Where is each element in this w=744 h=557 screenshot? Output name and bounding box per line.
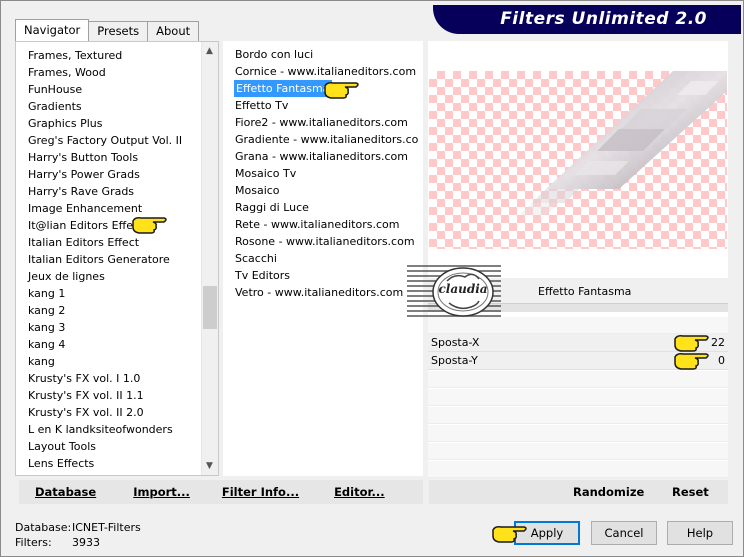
category-item[interactable]: Italian Editors Generatore (27, 251, 198, 268)
filter-item[interactable]: Mosaico (234, 182, 280, 199)
param-slot (428, 389, 728, 406)
filter-item[interactable]: Tv Editors (234, 267, 290, 284)
param-value[interactable]: 0 (718, 354, 725, 367)
param-slot (428, 461, 728, 478)
filter-item[interactable]: Rete - www.italianeditors.com (234, 216, 399, 233)
filter-item[interactable]: Grana - www.italianeditors.com (234, 148, 408, 165)
editor-button[interactable]: Editor... (334, 485, 385, 499)
filter-item[interactable]: Effetto Tv (234, 97, 288, 114)
param-slot (428, 425, 728, 442)
database-label: Database: (15, 521, 72, 534)
category-item[interactable]: kang (27, 353, 198, 370)
category-item[interactable]: Frames, Textured (27, 47, 198, 64)
category-item[interactable]: Graphics Plus (27, 115, 198, 132)
param-slot (428, 443, 728, 460)
param-label: Sposta-Y (431, 354, 478, 367)
param-slot (428, 407, 728, 424)
param-label: Sposta-X (431, 336, 480, 349)
category-item[interactable]: Greg's Factory Output Vol. II (27, 132, 198, 149)
category-item[interactable]: kang 3 (27, 319, 198, 336)
tab-bar: Navigator Presets About (15, 19, 200, 41)
category-item[interactable]: kang 4 (27, 336, 198, 353)
filter-item[interactable]: Scacchi (234, 250, 277, 267)
category-item[interactable]: Krusty's FX vol. II 2.0 (27, 404, 198, 421)
filter-item[interactable]: Bordo con luci (234, 46, 313, 63)
category-item[interactable]: Italian Editors Effect (27, 234, 198, 251)
database-value: ICNET-Filters (72, 521, 141, 534)
filter-info-button[interactable]: Filter Info... (222, 485, 299, 499)
pointing-hand-icon (674, 353, 709, 370)
pointing-hand-icon (674, 335, 709, 352)
filter-item[interactable]: Rosone - www.italianeditors.com (234, 233, 415, 250)
tab-navigator[interactable]: Navigator (15, 19, 90, 41)
left-button-bar: Database Import... Filter Info... Editor… (19, 480, 423, 504)
pointing-hand-icon (132, 217, 167, 234)
param-slot (428, 371, 728, 388)
pointing-hand-icon (324, 82, 359, 99)
claudia-watermark: claudia (407, 263, 501, 321)
filter-title: Effetto Fantasma (538, 285, 632, 298)
preview-panel: Effetto Fantasma Sposta-X 22 Sposta-Y 0 (428, 41, 728, 478)
category-item[interactable]: Image Enhancement (27, 200, 198, 217)
param-value[interactable]: 22 (711, 336, 725, 349)
filters-count: 3933 (72, 536, 100, 549)
category-item[interactable]: kang 1 (27, 285, 198, 302)
filter-item[interactable]: Gradiente - www.italianeditors.com (234, 131, 419, 148)
category-item[interactable]: Gradients (27, 98, 198, 115)
watermark-text: claudia (438, 282, 488, 296)
title-banner: Filters Unlimited 2.0 (433, 5, 741, 34)
scroll-down-icon[interactable]: ▼ (206, 461, 213, 471)
filters-unlimited-window: Filters Unlimited 2.0 Navigator Presets … (0, 0, 744, 557)
category-item[interactable]: Layout Tools (27, 438, 198, 455)
scroll-up-icon[interactable]: ▲ (206, 46, 213, 56)
cancel-button[interactable]: Cancel (591, 521, 657, 545)
pointing-hand-icon (492, 526, 527, 543)
filter-item[interactable]: Fiore2 - www.italianeditors.com (234, 114, 408, 131)
filter-item[interactable]: Raggi di Luce (234, 199, 309, 216)
app-title: Filters Unlimited 2.0 (500, 9, 707, 29)
category-item[interactable]: Frames, Wood (27, 64, 198, 81)
category-item[interactable]: It@lian Editors Effect (27, 217, 198, 234)
category-list-panel: Frames, Textured Frames, Wood FunHouse Grad… (15, 41, 219, 476)
filter-item[interactable]: Vetro - www.italianeditors.com (234, 284, 403, 301)
category-item[interactable]: FunHouse (27, 81, 198, 98)
category-item[interactable]: Jeux de lignes (27, 268, 198, 285)
filter-item[interactable]: Cornice - www.italianeditors.com (234, 63, 416, 80)
tab-presets[interactable]: Presets (88, 21, 149, 41)
preview-image (429, 71, 727, 249)
reset-button[interactable]: Reset (672, 485, 709, 499)
category-item[interactable]: Lens Effects (27, 455, 198, 472)
filter-list[interactable]: Bordo con luci Cornice - www.italianedito… (234, 46, 419, 476)
scroll-thumb[interactable] (203, 286, 217, 329)
import-button[interactable]: Import... (133, 485, 190, 499)
database-button[interactable]: Database (35, 485, 96, 499)
help-button[interactable]: Help (667, 521, 733, 545)
category-list[interactable]: Frames, Textured Frames, Wood FunHouse Grad… (27, 47, 198, 475)
right-button-bar: Randomize Reset (429, 480, 728, 504)
database-info: Database:ICNET-Filters Filters: 3933 (15, 520, 141, 550)
category-item[interactable]: Lens Effects (27, 472, 198, 475)
category-item[interactable]: Krusty's FX vol. II 1.1 (27, 387, 198, 404)
category-item[interactable]: kang 2 (27, 302, 198, 319)
randomize-button[interactable]: Randomize (573, 485, 644, 499)
category-item[interactable]: Harry's Power Grads (27, 166, 198, 183)
category-item[interactable]: L en K landksiteofwonders (27, 421, 198, 438)
filter-item[interactable]: Mosaico Tv (234, 165, 296, 182)
category-scrollbar[interactable]: ▲ ▼ (201, 42, 218, 475)
filter-item-selected[interactable]: Effetto Fantasma (234, 80, 333, 97)
tab-about[interactable]: About (147, 21, 200, 41)
filters-label: Filters: (15, 536, 52, 549)
category-item[interactable]: Harry's Button Tools (27, 149, 198, 166)
category-item[interactable]: Harry's Rave Grads (27, 183, 198, 200)
category-item[interactable]: Krusty's FX vol. I 1.0 (27, 370, 198, 387)
filter-list-panel: Bordo con luci Cornice - www.italianedito… (223, 41, 423, 476)
